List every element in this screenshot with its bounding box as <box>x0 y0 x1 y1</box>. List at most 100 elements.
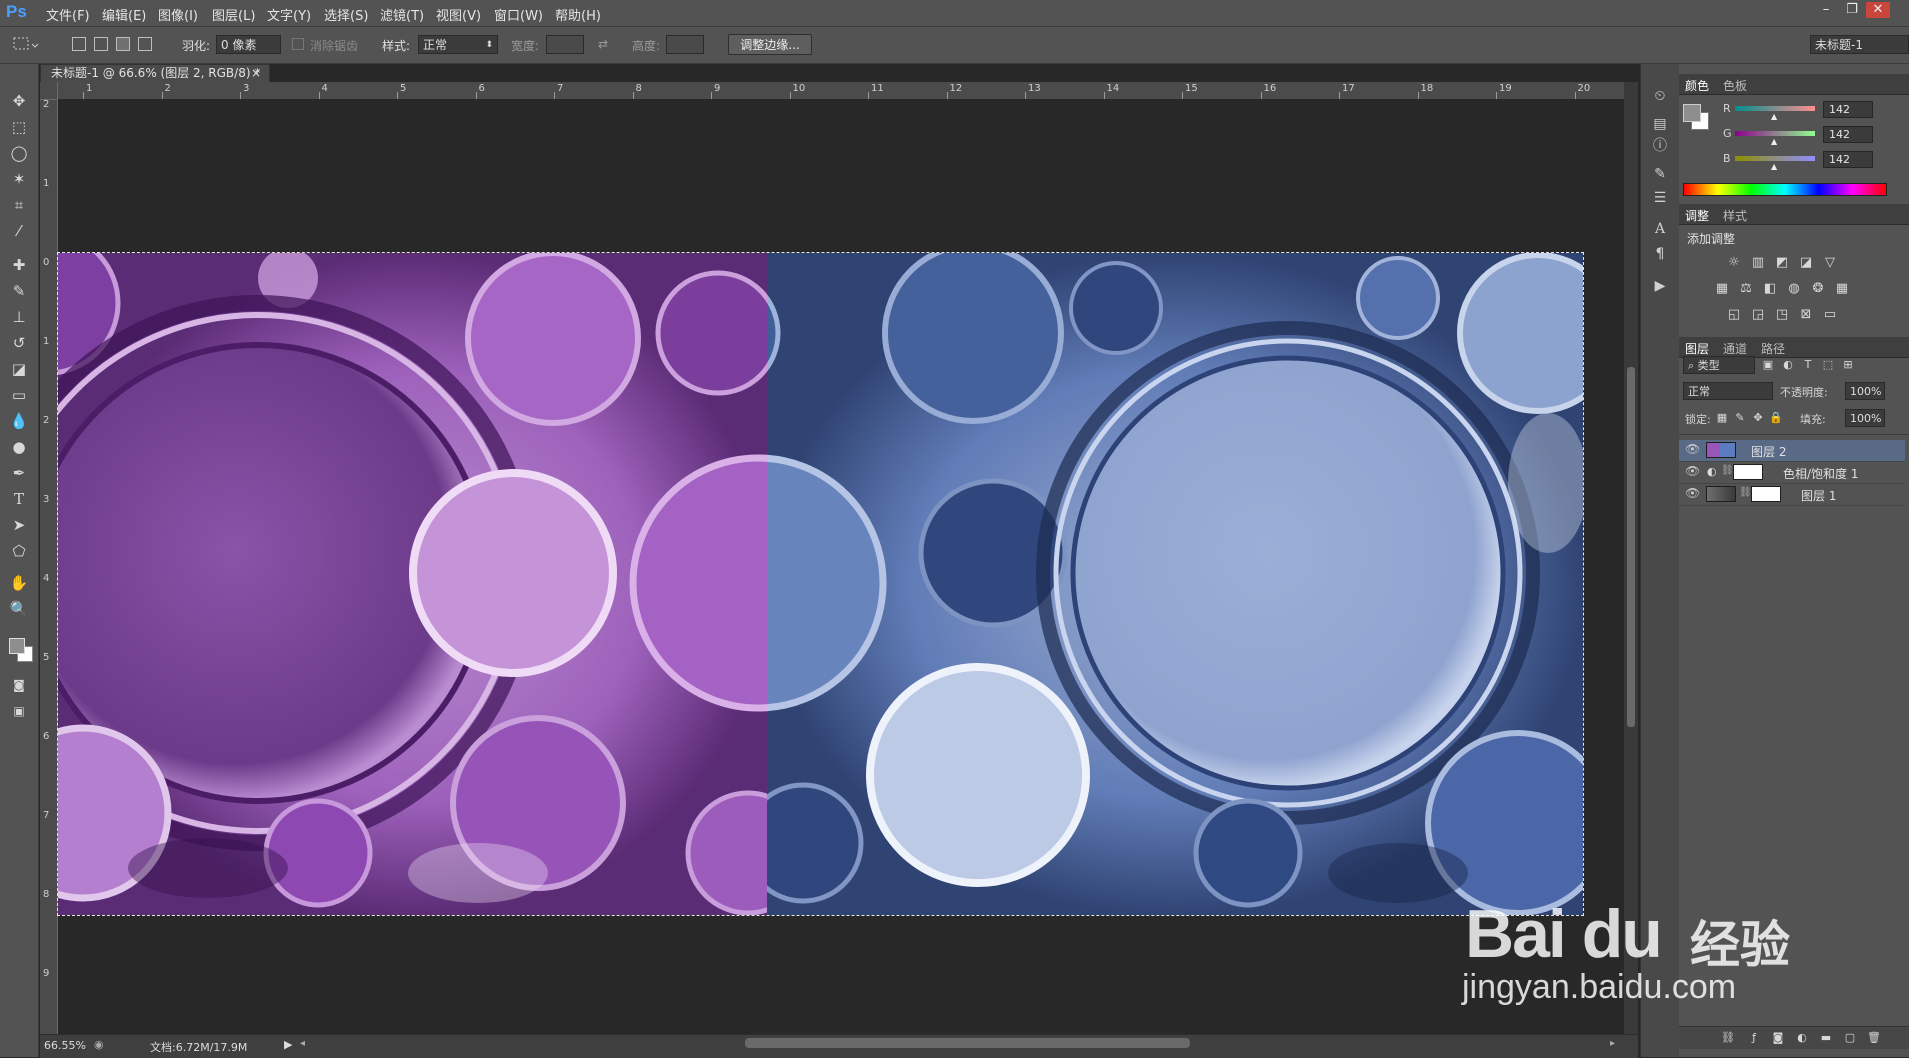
layer-comps-icon[interactable]: ▤ <box>1650 114 1670 134</box>
black-white-icon[interactable]: ◧ <box>1761 280 1779 298</box>
horizontal-scroll-thumb[interactable] <box>745 1038 1190 1048</box>
shape-tool-icon[interactable]: ⬠ <box>7 540 31 562</box>
vertical-scrollbar[interactable] <box>1624 82 1638 1034</box>
layer-filter-select[interactable]: ⌕ 类型 <box>1683 356 1755 374</box>
gradient-tool-icon[interactable]: ▭ <box>7 384 31 406</box>
hand-tool-icon[interactable]: ✋ <box>7 572 31 594</box>
ruler-horizontal[interactable]: 1 2 3 4 5 6 7 8 9 10 11 12 13 14 15 16 17 18 19 20 <box>40 82 1624 100</box>
eyedropper-tool-icon[interactable]: ⁄ <box>7 220 31 242</box>
move-tool-icon[interactable]: ✥ <box>7 90 31 112</box>
fill-input[interactable]: 100% <box>1845 409 1885 427</box>
screen-mode-icon[interactable]: ▣ <box>7 700 31 722</box>
gradient-map-icon[interactable]: ▭ <box>1821 306 1839 324</box>
refine-edge-button[interactable]: 调整边缘... <box>728 34 812 55</box>
link-layers-icon[interactable]: ⛓ <box>1719 1029 1737 1047</box>
visibility-eye-icon[interactable]: 👁 <box>1685 464 1700 478</box>
brush-tool-icon[interactable]: ✎ <box>7 280 31 302</box>
tab-swatches[interactable]: 色板 <box>1723 77 1747 94</box>
channel-b-slider[interactable] <box>1735 156 1815 161</box>
actions-panel-icon[interactable]: ▶ <box>1650 276 1670 296</box>
layer-row-layer2[interactable]: 👁 图层 2 <box>1679 440 1905 462</box>
close-button[interactable]: ✕ <box>1866 2 1890 18</box>
channel-r-slider[interactable] <box>1735 106 1815 111</box>
history-panel-icon[interactable]: ⏲ <box>1650 86 1670 106</box>
blur-tool-icon[interactable]: 💧 <box>7 410 31 432</box>
levels-icon[interactable]: ▥ <box>1749 254 1767 272</box>
invert-icon[interactable]: ◱ <box>1725 306 1743 324</box>
document-canvas[interactable] <box>57 252 1584 916</box>
blend-mode-select[interactable]: 正常 <box>1683 382 1773 400</box>
dodge-tool-icon[interactable]: ● <box>7 436 31 458</box>
layer-row-layer1[interactable]: 👁 ⛓ 图层 1 <box>1679 484 1905 506</box>
tab-channels[interactable]: 通道 <box>1723 340 1747 357</box>
lock-pixels-icon[interactable]: ✎ <box>1731 409 1749 427</box>
close-tab-icon[interactable]: × <box>251 65 261 82</box>
layer-row-hue-saturation[interactable]: 👁 ◐ ⛓ 色相/饱和度 1 <box>1679 462 1905 484</box>
channel-mixer-icon[interactable]: ❂ <box>1809 280 1827 298</box>
delete-layer-icon[interactable]: 🗑 <box>1865 1029 1883 1047</box>
channel-g-value[interactable]: 142 <box>1823 126 1873 143</box>
rect-marquee-tool-icon[interactable]: ⬚ <box>7 116 31 138</box>
document-tab[interactable]: 未标题-1 @ 66.6% (图层 2, RGB/8) * × <box>40 64 270 82</box>
style-select[interactable]: 正常 ⬍ <box>418 35 498 54</box>
new-adjustment-icon[interactable]: ◐ <box>1793 1029 1811 1047</box>
channel-g-handle-icon[interactable]: ▲ <box>1771 137 1777 146</box>
channel-g-slider[interactable] <box>1735 131 1815 136</box>
crop-tool-icon[interactable]: ⌗ <box>7 194 31 216</box>
menu-filter[interactable]: 滤镜(T) <box>380 5 424 24</box>
antialias-checkbox[interactable] <box>292 38 304 50</box>
zoom-tool-icon[interactable]: 🔍 <box>7 598 31 620</box>
menu-layer[interactable]: 图层(L) <box>212 5 255 24</box>
filter-shape-icon[interactable]: ⬚ <box>1819 356 1837 374</box>
height-input[interactable] <box>666 35 704 54</box>
restore-button[interactable]: ❐ <box>1840 2 1864 18</box>
color-lookup-icon[interactable]: ▦ <box>1833 280 1851 298</box>
filter-adjustment-icon[interactable]: ◐ <box>1779 356 1797 374</box>
lasso-tool-icon[interactable]: ◯ <box>7 142 31 164</box>
color-balance-icon[interactable]: ⚖ <box>1737 280 1755 298</box>
channel-b-handle-icon[interactable]: ▲ <box>1771 162 1777 171</box>
visibility-eye-icon[interactable]: 👁 <box>1685 442 1700 456</box>
quick-mask-icon[interactable]: ◙ <box>7 674 31 696</box>
foreground-color-swatch[interactable] <box>9 638 25 654</box>
tab-styles[interactable]: 样式 <box>1723 207 1747 224</box>
curves-icon[interactable]: ◩ <box>1773 254 1791 272</box>
menu-image[interactable]: 图像(I) <box>158 5 198 24</box>
tab-color[interactable]: 颜色 <box>1685 77 1709 94</box>
brightness-icon[interactable]: ☼ <box>1725 254 1743 272</box>
scroll-right-arrow-icon[interactable]: ▸ <box>1610 1038 1615 1049</box>
history-brush-tool-icon[interactable]: ↺ <box>7 332 31 354</box>
add-selection-icon[interactable] <box>94 37 108 51</box>
exposure-icon[interactable]: ◪ <box>1797 254 1815 272</box>
new-selection-icon[interactable] <box>72 37 86 51</box>
new-group-icon[interactable]: ▬ <box>1817 1029 1835 1047</box>
subtract-selection-icon[interactable] <box>116 37 130 51</box>
selective-color-icon[interactable]: ⊠ <box>1797 306 1815 324</box>
width-input[interactable] <box>546 35 584 54</box>
eraser-tool-icon[interactable]: ◪ <box>7 358 31 380</box>
status-menu-arrow-icon[interactable]: ▶ <box>284 1038 292 1051</box>
paragraph-panel-icon[interactable]: ¶ <box>1650 244 1670 264</box>
workspace-selector[interactable]: 未标题-1 <box>1810 35 1909 54</box>
threshold-icon[interactable]: ◳ <box>1773 306 1791 324</box>
vertical-scroll-thumb[interactable] <box>1627 367 1635 727</box>
tab-paths[interactable]: 路径 <box>1761 340 1785 357</box>
tab-layers[interactable]: 图层 <box>1685 340 1709 357</box>
menu-type[interactable]: 文字(Y) <box>267 5 311 24</box>
color-spectrum-bar[interactable] <box>1683 183 1887 196</box>
filter-type-icon[interactable]: T <box>1799 356 1817 374</box>
path-selection-tool-icon[interactable]: ➤ <box>7 514 31 536</box>
vibrance-icon[interactable]: ▽ <box>1821 254 1839 272</box>
intersect-selection-icon[interactable] <box>138 37 152 51</box>
menu-window[interactable]: 窗口(W) <box>494 5 543 24</box>
type-tool-icon[interactable]: T <box>7 488 31 510</box>
lock-transparent-icon[interactable]: ▦ <box>1713 409 1731 427</box>
magic-wand-tool-icon[interactable]: ✶ <box>7 168 31 190</box>
clone-stamp-tool-icon[interactable]: ⊥ <box>7 306 31 328</box>
color-foreground-swatch[interactable] <box>1683 104 1701 122</box>
menu-edit[interactable]: 编辑(E) <box>102 5 146 24</box>
menu-select[interactable]: 选择(S) <box>324 5 368 24</box>
opacity-input[interactable]: 100% <box>1845 382 1885 400</box>
zoom-level[interactable]: 66.55% <box>44 1039 86 1052</box>
filter-smart-icon[interactable]: ⊞ <box>1839 356 1857 374</box>
